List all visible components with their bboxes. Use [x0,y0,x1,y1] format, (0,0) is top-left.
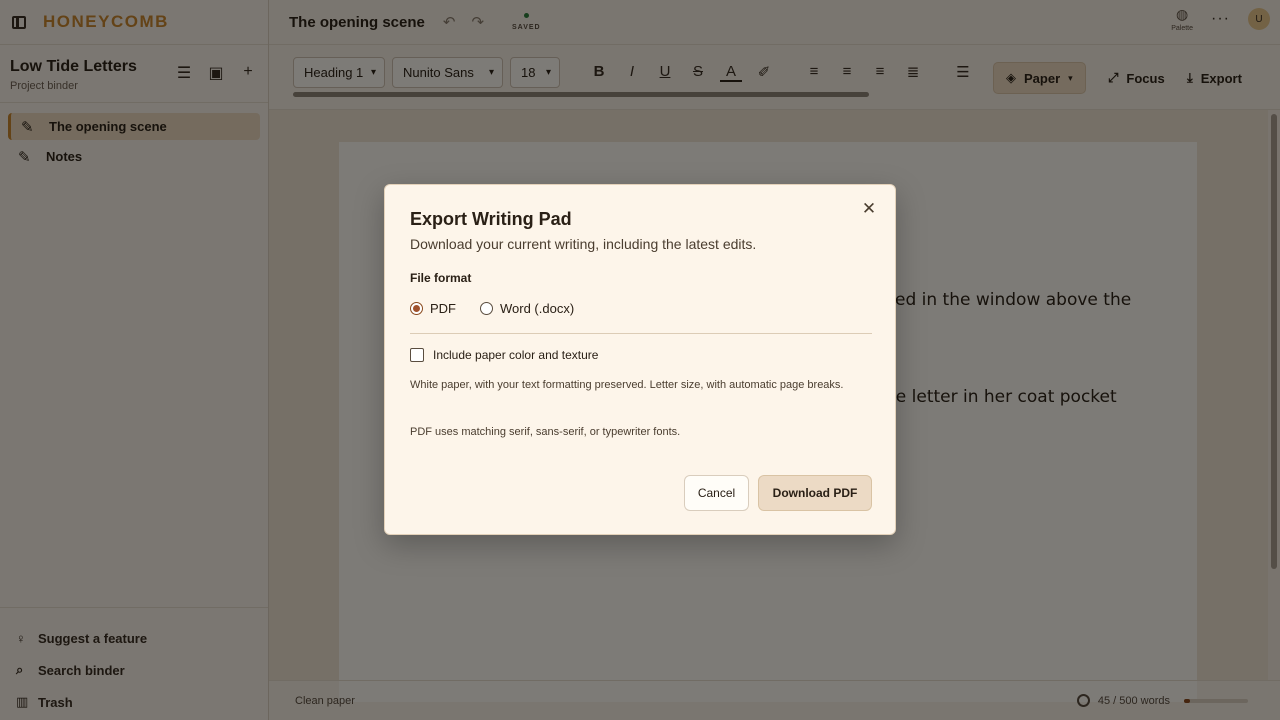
radio-pdf[interactable] [410,302,423,315]
download-pdf-button[interactable]: Download PDF [758,475,872,511]
radio-docx-label[interactable]: Word (.docx) [500,301,574,316]
include-paper-checkbox[interactable] [410,348,424,362]
divider [410,333,872,334]
include-paper-option: Include paper color and texture [410,348,598,362]
dialog-description: Download your current writing, including… [410,236,757,252]
export-dialog: Export Writing Pad Download your current… [384,184,896,535]
radio-pdf-label[interactable]: PDF [430,301,456,316]
font-note: PDF uses matching serif, sans-serif, or … [410,426,681,438]
radio-docx[interactable] [480,302,493,315]
format-note: White paper, with your text formatting p… [410,379,844,391]
include-paper-label[interactable]: Include paper color and texture [433,348,598,362]
dialog-title: Export Writing Pad [410,209,572,229]
close-icon[interactable]: ✕ [861,200,877,217]
file-format-label: File format [410,271,472,285]
cancel-button[interactable]: Cancel [684,475,749,511]
file-format-options: PDF Word (.docx) [410,301,574,316]
